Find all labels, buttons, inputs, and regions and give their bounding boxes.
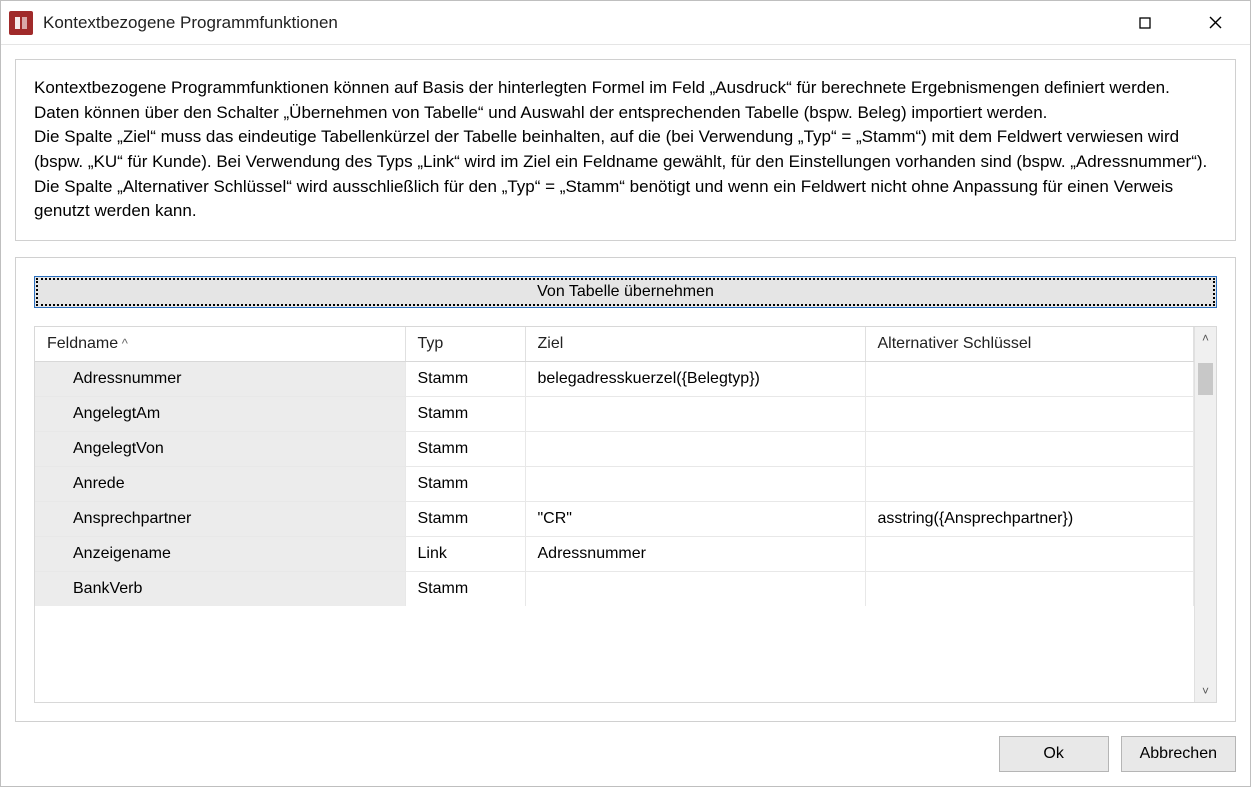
- grid-scroll-area[interactable]: Feldname Typ Ziel Alternativer Schlüssel…: [35, 327, 1194, 702]
- cell-alt[interactable]: [865, 466, 1194, 501]
- cell-ziel[interactable]: [525, 396, 865, 431]
- close-button[interactable]: [1180, 1, 1250, 44]
- cell-ziel[interactable]: [525, 571, 865, 606]
- cell-alt[interactable]: [865, 396, 1194, 431]
- grid-header-row: Feldname Typ Ziel Alternativer Schlüssel: [35, 327, 1194, 362]
- description-text: Kontextbezogene Programmfunktionen könne…: [34, 76, 1217, 224]
- cell-ziel[interactable]: Adressnummer: [525, 536, 865, 571]
- cell-fieldname[interactable]: Ansprechpartner: [35, 501, 405, 536]
- scroll-up-icon[interactable]: ˄: [1202, 331, 1209, 345]
- cell-ziel[interactable]: "CR": [525, 501, 865, 536]
- cancel-button[interactable]: Abbrechen: [1121, 736, 1236, 772]
- cell-fieldname[interactable]: BankVerb: [35, 571, 405, 606]
- cell-fieldname[interactable]: Anrede: [35, 466, 405, 501]
- cell-fieldname[interactable]: Adressnummer: [35, 361, 405, 396]
- maximize-button[interactable]: [1110, 1, 1180, 44]
- vertical-scrollbar[interactable]: ˄ ˅: [1194, 327, 1216, 702]
- cell-typ[interactable]: Stamm: [405, 501, 525, 536]
- table-row[interactable]: Ansprechpartner Stamm "CR" asstring({Ans…: [35, 501, 1194, 536]
- grid-panel: Von Tabelle übernehmen Feldname Typ Ziel: [15, 257, 1236, 722]
- description-panel: Kontextbezogene Programmfunktionen könne…: [15, 59, 1236, 241]
- table-row[interactable]: AngelegtVon Stamm: [35, 431, 1194, 466]
- scroll-down-icon[interactable]: ˅: [1202, 684, 1209, 698]
- cell-alt[interactable]: [865, 431, 1194, 466]
- cell-typ[interactable]: Stamm: [405, 431, 525, 466]
- cell-alt[interactable]: [865, 571, 1194, 606]
- col-header-typ[interactable]: Typ: [405, 327, 525, 362]
- cell-fieldname[interactable]: AngelegtAm: [35, 396, 405, 431]
- cell-typ[interactable]: Stamm: [405, 466, 525, 501]
- field-grid: Feldname Typ Ziel Alternativer Schlüssel…: [35, 327, 1194, 606]
- table-row[interactable]: Anrede Stamm: [35, 466, 1194, 501]
- cell-typ[interactable]: Link: [405, 536, 525, 571]
- cell-fieldname[interactable]: AngelegtVon: [35, 431, 405, 466]
- grid-wrap: Feldname Typ Ziel Alternativer Schlüssel…: [34, 326, 1217, 703]
- col-header-fieldname[interactable]: Feldname: [35, 327, 405, 362]
- cell-typ[interactable]: Stamm: [405, 361, 525, 396]
- cell-fieldname[interactable]: Anzeigename: [35, 536, 405, 571]
- app-icon: [9, 11, 33, 35]
- col-header-alt[interactable]: Alternativer Schlüssel: [865, 327, 1194, 362]
- cell-ziel[interactable]: belegadresskuerzel({Belegtyp}): [525, 361, 865, 396]
- window-controls: [1110, 1, 1250, 44]
- dialog-footer: Ok Abbrechen: [1, 736, 1250, 786]
- cell-typ[interactable]: Stamm: [405, 396, 525, 431]
- window-title: Kontextbezogene Programmfunktionen: [43, 13, 1110, 33]
- table-row[interactable]: BankVerb Stamm: [35, 571, 1194, 606]
- table-row[interactable]: Adressnummer Stamm belegadresskuerzel({B…: [35, 361, 1194, 396]
- cell-alt[interactable]: [865, 536, 1194, 571]
- cell-alt[interactable]: asstring({Ansprechpartner}): [865, 501, 1194, 536]
- dialog-window: Kontextbezogene Programmfunktionen Konte…: [0, 0, 1251, 787]
- table-row[interactable]: Anzeigename Link Adressnummer: [35, 536, 1194, 571]
- client-area: Kontextbezogene Programmfunktionen könne…: [1, 45, 1250, 736]
- scroll-thumb[interactable]: [1198, 363, 1213, 395]
- maximize-icon: [1139, 17, 1151, 29]
- titlebar: Kontextbezogene Programmfunktionen: [1, 1, 1250, 45]
- col-header-ziel[interactable]: Ziel: [525, 327, 865, 362]
- cell-typ[interactable]: Stamm: [405, 571, 525, 606]
- table-row[interactable]: AngelegtAm Stamm: [35, 396, 1194, 431]
- cell-ziel[interactable]: [525, 466, 865, 501]
- cell-ziel[interactable]: [525, 431, 865, 466]
- close-icon: [1209, 16, 1222, 29]
- cell-alt[interactable]: [865, 361, 1194, 396]
- take-from-table-button[interactable]: Von Tabelle übernehmen: [34, 276, 1217, 308]
- ok-button[interactable]: Ok: [999, 736, 1109, 772]
